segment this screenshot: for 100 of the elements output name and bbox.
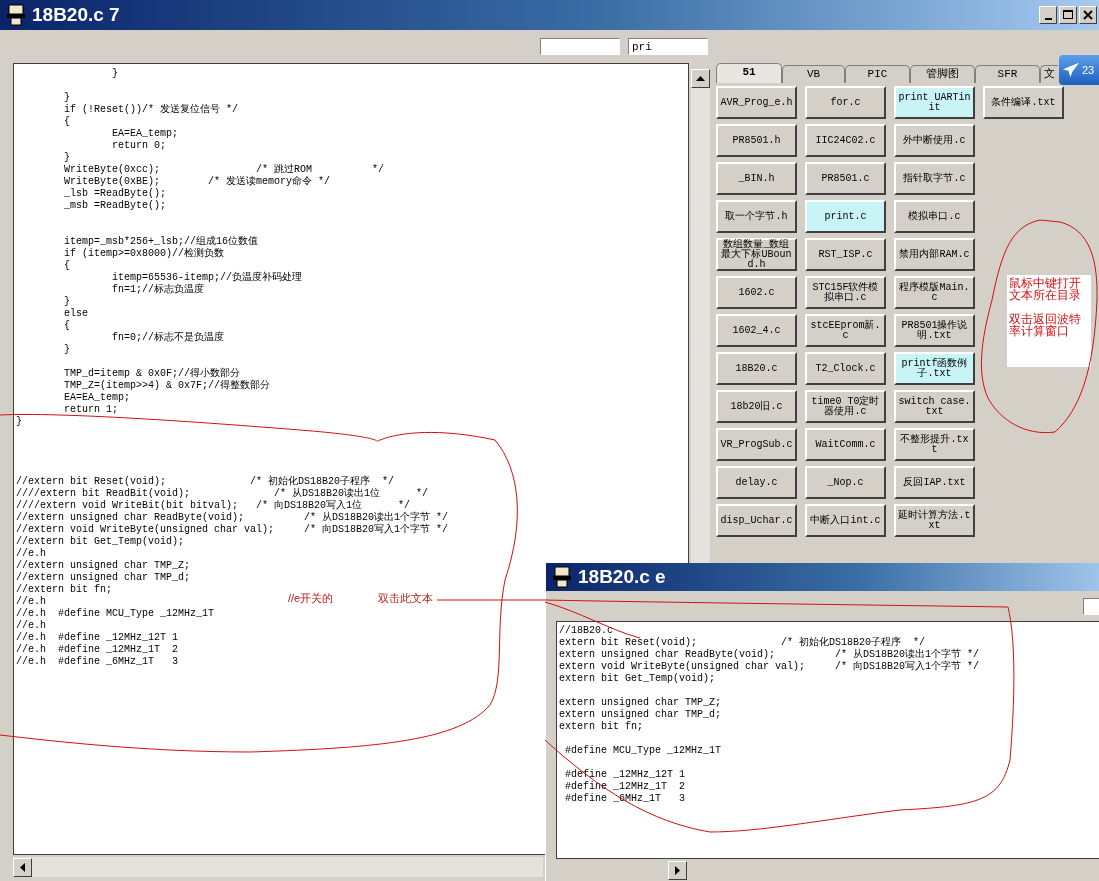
code-line: fn=0;//标志不是负温度 [111,332,225,344]
code-line: //e.h #define _12MHz_1T 2 [16,644,179,656]
code-line: } [63,344,70,356]
code-line: TMP_Z=(itemp>>4) & 0x7F;//得整数部分 [63,380,271,392]
file-button[interactable]: 模拟串口.c [894,200,975,233]
code-line: } [63,296,70,308]
code-line: itemp=_msb*256+_lsb;//组成16位数值 [63,236,259,248]
window-title: 18B20.c 7 [32,4,120,26]
file-button[interactable]: _Nop.c [805,466,886,499]
code-line: _msb =ReadByte(); [63,200,167,212]
file-button[interactable]: 程序模版Main.c [894,276,975,309]
code-line: WriteByte(0xBE); /* 发送读memory命令 */ [63,176,331,188]
code-line: extern bit Reset(void); /* 初始化DS18B20子程序 */ [559,637,926,648]
file-button[interactable]: PR8501.c [805,162,886,195]
file-button[interactable]: print UARTinit [894,86,975,119]
window-title: 18B20.c e [578,566,666,588]
maximize-icon [1063,10,1073,20]
code-line: //e.h #define _6MHz_1T 3 [16,656,179,668]
file-button[interactable]: PR8501.h [716,124,797,157]
file-button[interactable]: 1602_4.c [716,314,797,347]
code-line: } [63,92,70,104]
tab[interactable]: SFR [975,65,1040,83]
file-button[interactable]: 18b20旧.c [716,390,797,423]
tab[interactable]: 文 [1040,65,1058,83]
close-button[interactable] [1079,6,1097,24]
code-line: } [111,68,119,80]
code-editor[interactable] [556,621,1099,859]
annotation-text: 双击此文本 [378,592,433,604]
file-button[interactable]: printf函数例子.txt [894,352,975,385]
scroll-up-icon [696,76,705,81]
file-button[interactable]: switch case.txt [894,390,975,423]
file-button[interactable]: VR_ProgSub.c [716,428,797,461]
file-button[interactable]: for.c [805,86,886,119]
code-line: return 1; [63,404,119,416]
code-line: //extern void WriteByte(unsigned char val); /* 向DS18B20写入1个字节 */ [16,524,449,536]
code-line: TMP_d=itemp & 0x0F;//得小数部分 [63,368,241,380]
file-button[interactable]: RST_ISP.c [805,238,886,271]
code-line: fn=1;//标志负温度 [111,284,205,296]
code-line: //18B20.c [559,625,613,637]
code-line: ////extern bit ReadBit(void); /* 从DS18B20读出1位 */ [16,488,429,500]
file-button[interactable]: IIC24C02.c [805,124,886,157]
file-button[interactable]: time0 T0定时器使用.c [805,390,886,423]
code-line: //extern unsigned char TMP_d; [16,572,191,584]
code-line: WriteByte(0xcc); /* 跳过ROM */ [63,164,385,176]
file-button[interactable]: STC15F软件模拟串口.c [805,276,886,309]
code-line: extern unsigned char TMP_d; [559,709,722,721]
file-button[interactable]: 中断入口int.c [805,504,886,537]
file-button[interactable]: _BIN.h [716,162,797,195]
close-icon [1083,10,1093,20]
tab[interactable]: PIC [845,65,910,83]
file-button[interactable]: T2_Clock.c [805,352,886,385]
annotation-text: //e开关的 [288,592,334,604]
file-button[interactable]: delay.c [716,466,797,499]
file-button[interactable]: 禁用内部RAM.c [894,238,975,271]
file-button[interactable]: AVR_Prog_e.h [716,86,797,119]
code-line: extern void WriteByte(unsigned char val); /* 向DS18B20写入1个字节 */ [559,661,980,673]
code-line: //e.h [16,620,46,632]
code-line: extern unsigned char TMP_Z; [559,697,722,709]
code-line: //extern bit fn; [16,584,112,596]
file-button[interactable]: disp_Uchar.c [716,504,797,537]
code-line: itemp=65536-itemp;//负温度补码处理 [111,272,303,284]
file-button[interactable]: 延时计算方法.txt [894,504,975,537]
file-button[interactable]: PR8501操作说明.txt [894,314,975,347]
code-line: if (itemp>=0x8000)//检测负数 [63,248,225,260]
plane-icon [1062,62,1080,78]
code-line: if (!Reset())/* 发送复位信号 */ [63,104,239,116]
code-line: //e.h #define _12MHz_12T 1 [16,632,179,644]
app-icon [552,566,572,588]
code-line: //e.h [16,548,46,560]
code-line: //e.h [16,596,46,608]
file-button[interactable]: stcEEprom新.c [805,314,886,347]
tab[interactable]: 管脚图 [910,65,975,83]
code-line: { [63,260,70,272]
code-line: //extern unsigned char ReadByte(void); /* 从DS18B20读出1个字节 */ [16,512,449,523]
file-button[interactable]: WaitComm.c [805,428,886,461]
file-button[interactable]: 18B20.c [716,352,797,385]
tab[interactable]: VB [782,65,845,83]
file-button[interactable]: 条件编译.txt [983,86,1064,119]
file-button[interactable]: 不整形提升.txt [894,428,975,461]
file-button[interactable]: print.c [805,200,886,233]
maximize-button[interactable] [1059,6,1077,24]
app-icon [6,4,26,26]
code-line: //extern bit Reset(void); /* 初始化DS18B20子程序 */ [16,476,395,487]
file-button[interactable]: 数组数量_数组最大下标UBound.h [716,238,797,271]
tab[interactable]: 51 [716,63,782,83]
minimize-button[interactable] [1039,6,1057,24]
code-line: } [63,152,70,164]
code-line: { [63,320,70,332]
note-text: 鼠标中键打开文本所在目录 [1009,277,1082,301]
code-line: ////extern void WriteBit(bit bitval); /* 向DS18B20写入1位 */ [16,500,411,511]
file-button[interactable]: 指针取字节.c [894,162,975,195]
file-button[interactable]: 外中断使用.c [894,124,975,157]
tray-badge[interactable]: 23 [1059,55,1099,85]
input-field[interactable] [540,38,620,55]
file-button[interactable]: 反回IAP.txt [894,466,975,499]
code-line: { [63,116,70,128]
file-button[interactable]: 取一个字节.h [716,200,797,233]
find-field[interactable]: pri [628,38,708,55]
horizontal-scrollbar[interactable] [13,857,543,877]
file-button[interactable]: 1602.c [716,276,797,309]
